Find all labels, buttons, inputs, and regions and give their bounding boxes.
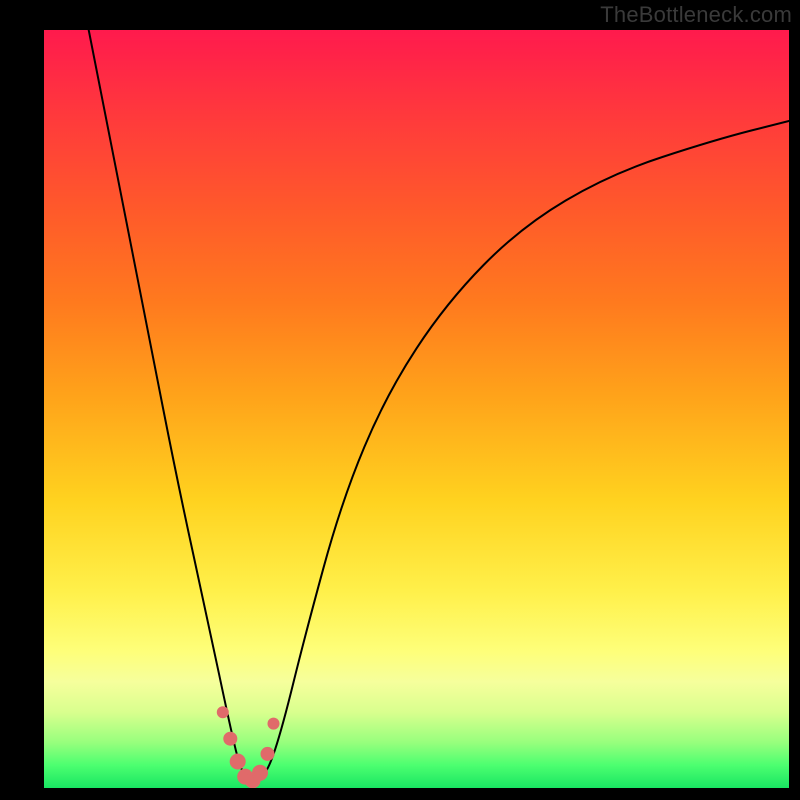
highlight-dot <box>268 718 280 730</box>
highlight-dot <box>217 706 229 718</box>
highlight-dot <box>261 747 275 761</box>
highlight-dot <box>252 765 268 781</box>
chart-svg <box>44 30 789 788</box>
plot-area <box>44 30 789 788</box>
highlight-dot <box>230 754 246 770</box>
highlight-dot <box>223 732 237 746</box>
chart-frame: TheBottleneck.com <box>0 0 800 800</box>
bottleneck-curve <box>89 30 789 781</box>
watermark-text: TheBottleneck.com <box>600 2 792 28</box>
